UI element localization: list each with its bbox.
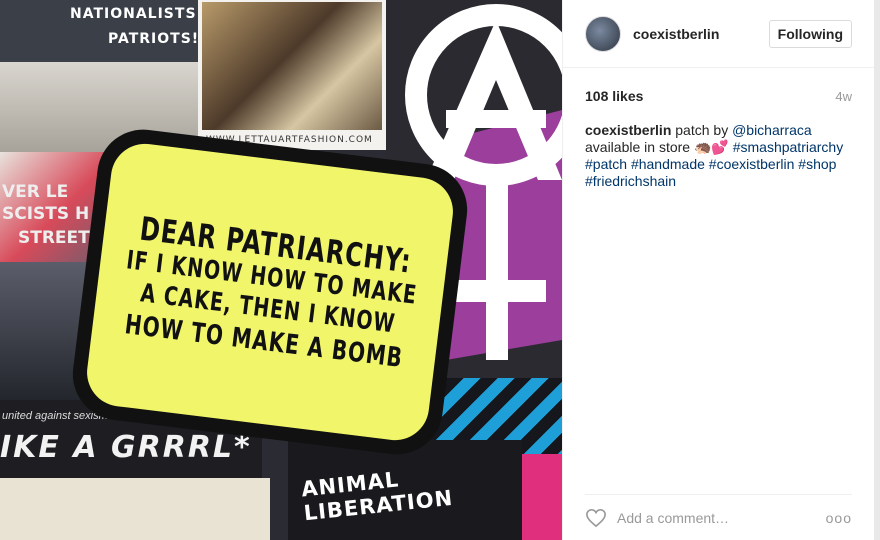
protest-line-1: VER LE: [2, 182, 69, 202]
photo-pink-corner: [520, 454, 562, 540]
photo-bottom-card: [0, 478, 270, 540]
likes-count[interactable]: 108 likes: [585, 88, 643, 104]
post-time[interactable]: 4w: [835, 89, 852, 104]
grrrl-text: IKE A GRRRL*: [0, 430, 252, 465]
header-username[interactable]: coexistberlin: [633, 26, 769, 42]
patch-face: DEAR PATRIARCHY: IF I KNOW HOW TO MAKE A…: [83, 140, 457, 444]
more-options-icon[interactable]: ooo: [826, 510, 852, 526]
hashtag-smashpatriarchy[interactable]: #smashpatriarchy: [733, 139, 844, 155]
dear-patriarchy-patch: DEAR PATRIARCHY: IF I KNOW HOW TO MAKE A…: [67, 124, 473, 460]
hashtag-shop[interactable]: #shop: [798, 156, 836, 172]
hashtag-patch[interactable]: #patch: [585, 156, 627, 172]
post-photo[interactable]: NATIONALISTS PATRIOTS! WWW.LETTAUARTFASH…: [0, 0, 562, 540]
post-side-panel: coexistberlin Following 108 likes 4w coe…: [562, 0, 874, 540]
post-caption: coexistberlin patch by @bicharraca avail…: [563, 104, 874, 190]
comment-input[interactable]: Add a comment…: [617, 510, 826, 526]
avatar[interactable]: [585, 15, 621, 52]
post-container: NATIONALISTS PATRIOTS! WWW.LETTAUARTFASH…: [0, 0, 874, 540]
sticker-line-2: PATRIOTS!: [108, 31, 200, 47]
following-button[interactable]: Following: [768, 19, 852, 48]
hashtag-coexistberlin[interactable]: #coexistberlin: [709, 156, 795, 172]
hashtag-friedrichshain[interactable]: #friedrichshain: [585, 173, 676, 189]
caption-mention[interactable]: @bicharraca: [732, 122, 812, 138]
protest-line-2: SCISTS H: [2, 204, 90, 224]
caption-author[interactable]: coexistberlin: [585, 122, 671, 138]
protest-line-3: STREET: [18, 228, 90, 248]
heart-icon[interactable]: [585, 508, 607, 528]
animal-text: ANIMAL LIBERATION: [300, 467, 455, 526]
post-header: coexistberlin Following: [563, 0, 874, 68]
caption-text-2: available in store 🦔💕: [585, 139, 733, 155]
hashtag-handmade[interactable]: #handmade: [631, 156, 705, 172]
caption-text-1: patch by: [671, 122, 733, 138]
photo-animal-sticker: ANIMAL LIBERATION: [288, 440, 522, 540]
comment-bar: Add a comment… ooo: [585, 494, 852, 540]
photo-fashion-card: WWW.LETTAUARTFASHION.COM: [198, 0, 386, 150]
sticker-line-1: NATIONALISTS: [70, 6, 197, 22]
photo-sticker-nationalists: NATIONALISTS PATRIOTS!: [0, 0, 198, 62]
fashion-image: [202, 2, 382, 130]
post-meta: 108 likes 4w: [563, 68, 874, 104]
